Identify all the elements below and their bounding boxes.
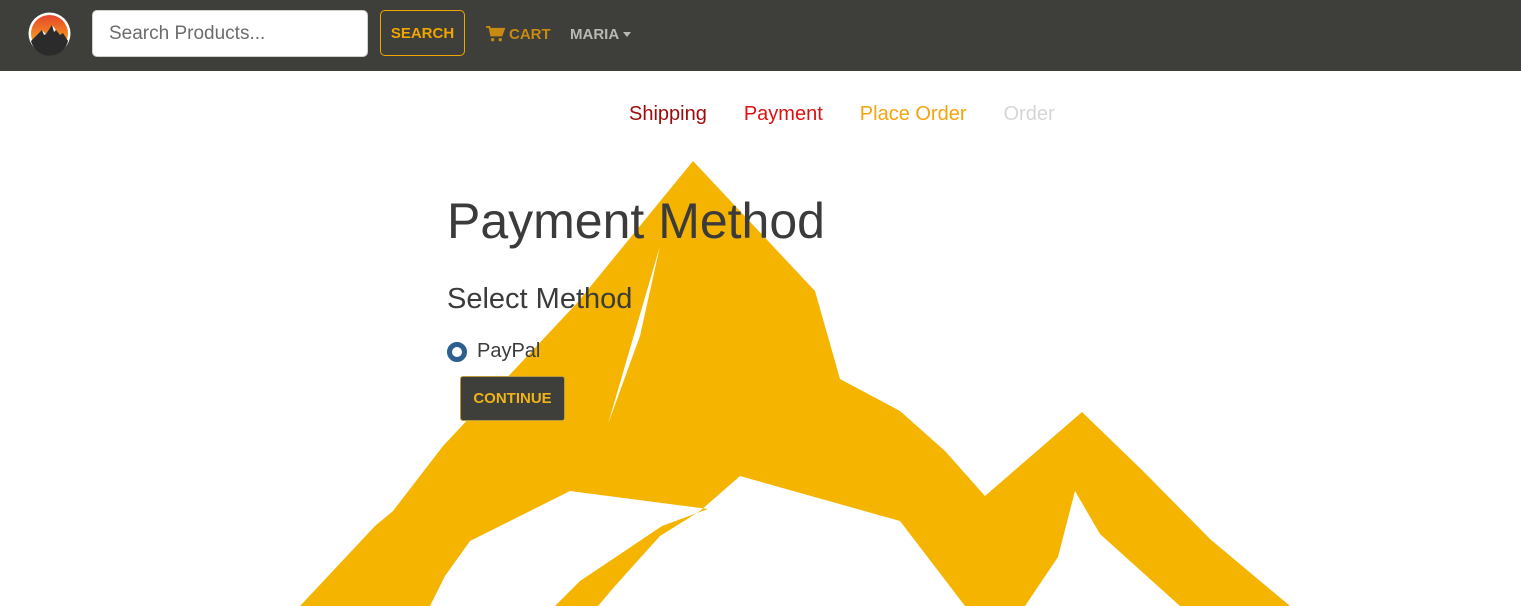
paypal-label[interactable]: PayPal bbox=[477, 340, 540, 363]
mountain-background-illustration bbox=[300, 161, 1290, 606]
search-input[interactable] bbox=[92, 10, 368, 57]
continue-button[interactable]: CONTINUE bbox=[460, 376, 565, 421]
step-order: Order bbox=[1003, 103, 1055, 125]
payment-form: Payment Method Select Method PayPal CONT… bbox=[447, 190, 825, 421]
section-title: Select Method bbox=[447, 283, 633, 315]
mountain-sun-logo-icon[interactable] bbox=[27, 11, 72, 56]
chevron-down-icon bbox=[623, 31, 632, 37]
cart-link[interactable]: CART bbox=[486, 22, 551, 46]
user-menu-dropdown[interactable]: MARIA bbox=[570, 22, 632, 46]
payment-option-paypal[interactable]: PayPal bbox=[447, 340, 540, 363]
top-navbar: SEARCH CART MARIA bbox=[0, 0, 1521, 71]
cart-icon bbox=[486, 26, 505, 42]
cart-label: CART bbox=[509, 25, 551, 43]
step-shipping[interactable]: Shipping bbox=[629, 103, 707, 126]
user-name: MARIA bbox=[570, 25, 620, 43]
paypal-radio[interactable] bbox=[447, 341, 467, 362]
page-title: Payment Method bbox=[447, 193, 825, 249]
search-button[interactable]: SEARCH bbox=[380, 10, 465, 56]
step-place-order[interactable]: Place Order bbox=[860, 103, 967, 126]
checkout-steps: Shipping Payment Place Order Order bbox=[629, 103, 1055, 126]
step-payment[interactable]: Payment bbox=[744, 103, 823, 126]
